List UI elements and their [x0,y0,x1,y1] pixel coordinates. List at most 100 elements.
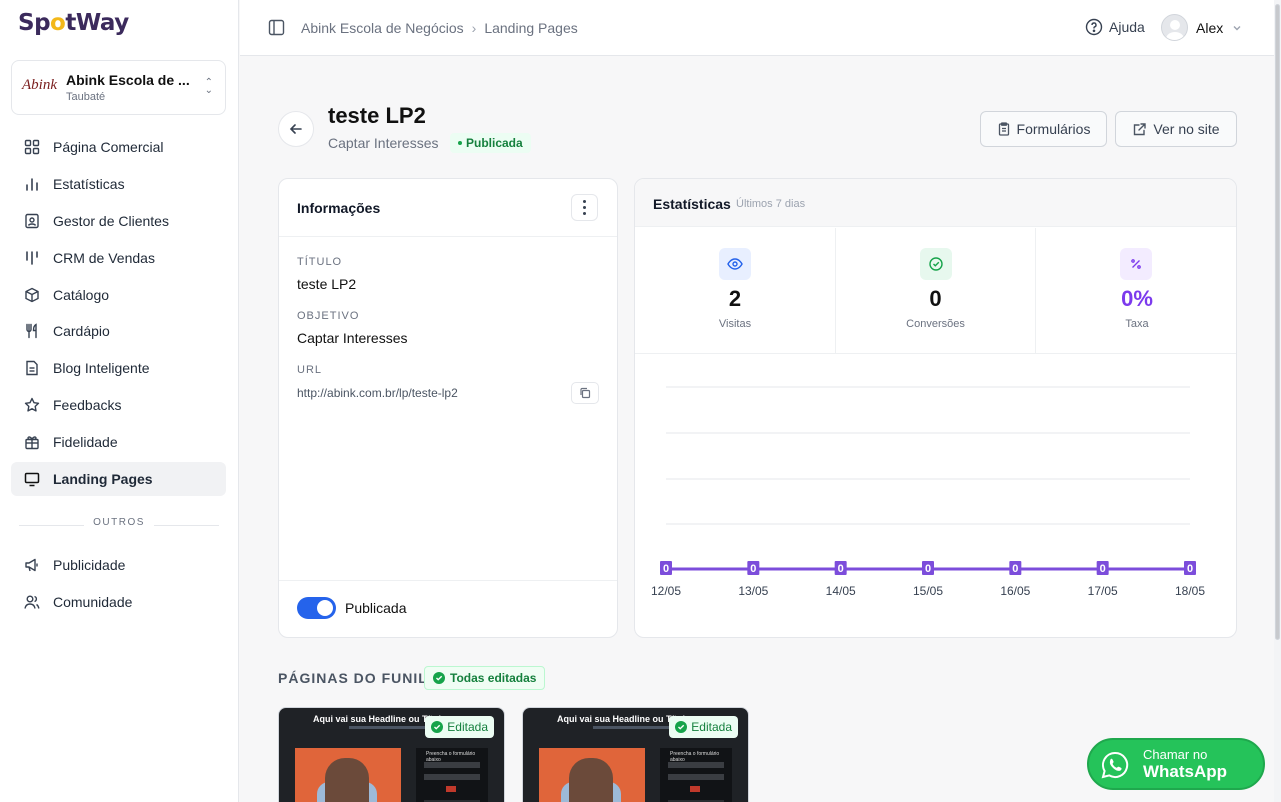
stats-card-header: Estatísticas Últimos 7 dias [635,179,1236,227]
sidebar-item-label: Comunidade [53,593,133,610]
eye-icon [719,248,751,280]
percent-icon [1120,248,1152,280]
document-icon [23,359,41,377]
status-dot [458,141,462,145]
chevron-up-down-icon: ⌃ ⌄ [204,77,213,96]
sidebar-item-estatisticas[interactable]: Estatísticas [11,167,226,201]
sidebar-item-label: CRM de Vendas [53,249,155,266]
arrow-left-icon [289,124,302,134]
sidebar-item-label: Landing Pages [53,471,153,488]
thumbnail-form: Preencha o formulário abaixo [416,748,488,802]
sidebar-item-gestor-de-clientes[interactable]: Gestor de Clientes [11,204,226,238]
sidebar-item-label: Blog Inteligente [53,360,150,377]
kpi-label: Conversões [906,318,965,330]
sidebar-item-catalogo[interactable]: Catálogo [11,278,226,312]
check-circle-icon [433,672,445,684]
whatsapp-button[interactable]: Chamar no WhatsApp [1087,738,1265,790]
sidebar-item-label: Cardápio [53,323,110,340]
help-label: Ajuda [1109,19,1145,35]
kpi-value: 0 [929,286,942,311]
x-tick-label: 13/05 [738,584,768,598]
sidebar-item-label: Estatísticas [53,175,125,192]
whatsapp-label-line1: Chamar no [1143,747,1208,762]
user-name: Alex [1196,19,1224,36]
sidebar-toggle-icon[interactable] [268,19,285,41]
x-tick-label: 16/05 [1000,584,1030,598]
stats-period: Últimos 7 dias [736,198,806,210]
field-value-url[interactable]: http://abink.com.br/lp/teste-lp2 [297,386,458,400]
view-site-button[interactable]: Ver no site [1115,111,1237,147]
stats-card: Estatísticas Últimos 7 dias 2 Visitas 0 … [634,178,1237,638]
avatar [1161,14,1188,41]
help-icon [1085,18,1103,36]
forms-button[interactable]: Formulários [980,111,1107,147]
breadcrumb-item[interactable]: Abink Escola de Negócios [301,20,464,36]
back-button[interactable] [278,111,314,147]
kpi-visits: 2 Visitas [635,228,835,354]
sidebar-item-crm-de-vendas[interactable]: CRM de Vendas [11,241,226,275]
monitor-icon [23,470,41,488]
sidebar-item-publicidade[interactable]: Publicidade [11,548,226,582]
user-menu[interactable]: Alex [1161,14,1243,41]
data-label: 0 [1100,563,1106,575]
sidebar-nav-others: Publicidade Comunidade [11,548,226,622]
field-label-title: TÍTULO [297,256,343,268]
data-label: 0 [750,563,756,575]
funnel-page-thumbnail[interactable]: Aqui vai sua Headline ou Título Preencha… [278,707,505,802]
whatsapp-label-line2: WhatsApp [1143,762,1228,781]
org-city: Taubaté [66,91,106,103]
info-card-header: Informações [279,179,617,237]
field-label-url: URL [297,364,323,376]
status-badge: Publicada [450,133,531,153]
sidebar-item-label: Catálogo [53,286,110,303]
page-scrollbar[interactable] [1274,0,1281,802]
thumbnail-photo [295,748,401,802]
x-tick-label: 18/05 [1175,584,1205,598]
chevron-right-icon: › [471,20,477,36]
field-value-objective: Captar Interesses [297,330,408,346]
data-label: 0 [838,563,844,575]
info-card: Informações TÍTULO teste LP2 OBJETIVO Ca… [278,178,618,638]
sidebar-item-label: Feedbacks [53,397,122,414]
topbar: Abink Escola de Negócios › Landing Pages A… [240,0,1274,56]
kpi-label: Visitas [718,318,752,330]
field-label-objective: OBJETIVO [297,310,360,322]
sidebar-item-blog-inteligente[interactable]: Blog Inteligente [11,351,226,385]
org-name: Abink Escola de ... [66,72,190,88]
sidebar-section-divider: OUTROS [19,517,219,533]
publish-toggle[interactable] [297,597,336,619]
thumbnail-photo [539,748,645,802]
sidebar-item-label: Publicidade [53,557,126,573]
data-label: 0 [1012,563,1018,575]
x-tick-label: 15/05 [913,584,943,598]
sidebar-item-pagina-comercial[interactable]: Página Comercial [11,130,226,164]
organization-switcher[interactable]: Abink Abink Escola de ... Taubaté ⌃ ⌄ [11,60,226,115]
help-button[interactable]: Ajuda [1085,18,1145,36]
section-label: OUTROS [93,517,145,528]
thumbnail-form: Preencha o formulário abaixo [660,748,732,802]
sidebar-item-cardapio[interactable]: Cardápio [11,314,226,348]
breadcrumb-item-current: Landing Pages [484,20,578,36]
sidebar-item-label: Página Comercial [53,139,164,155]
more-options-icon[interactable] [571,194,598,221]
sidebar-item-landing-pages[interactable]: Landing Pages [11,462,226,497]
sidebar-item-comunidade[interactable]: Comunidade [11,585,226,619]
utensils-icon [23,322,41,340]
sidebar-item-fidelidade[interactable]: Fidelidade [11,425,226,459]
grid-icon [23,138,41,156]
visits-line-chart: 0 12/05 0 13/05 0 14/05 0 15/05 0 16/05 0 17/05 0 18/… [651,386,1205,598]
sidebar-item-label: Fidelidade [53,434,118,451]
funnel-page-thumbnail[interactable]: Aqui vai sua Headline ou Título Preencha… [522,707,749,802]
info-card-footer: Publicada [279,580,617,638]
kpi-conversions: 0 Conversões [835,228,1035,354]
sidebar-item-feedbacks[interactable]: Feedbacks [11,388,226,422]
spotway-logo[interactable]: SpotWay [18,10,129,36]
copy-icon[interactable] [571,382,599,404]
gift-icon [23,433,41,451]
check-circle-icon [431,721,444,733]
package-icon [23,286,41,304]
whatsapp-icon [1101,751,1129,779]
x-tick-label: 17/05 [1088,584,1118,598]
info-card-title: Informações [297,200,381,216]
sidebar-nav: Página Comercial Estatísticas Gestor de … [11,130,226,499]
